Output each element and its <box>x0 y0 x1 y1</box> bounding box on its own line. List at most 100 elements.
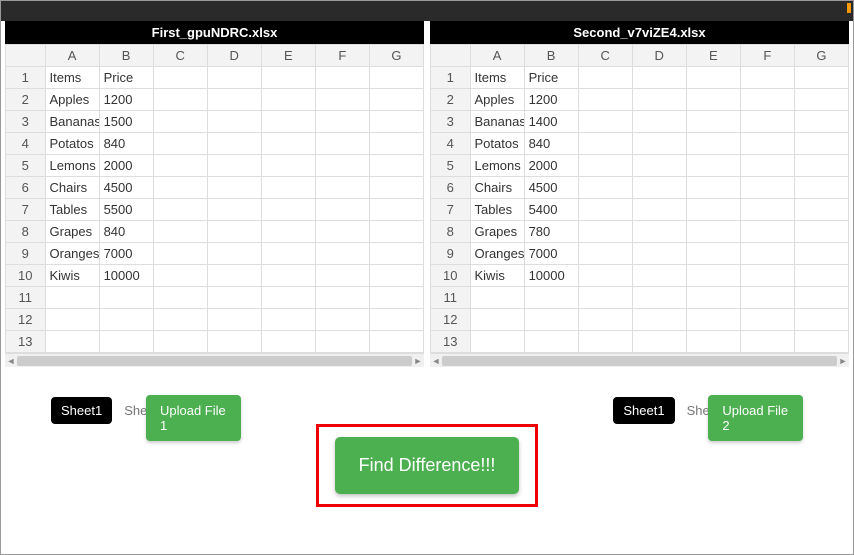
cell[interactable] <box>369 155 423 177</box>
cell[interactable]: Price <box>524 67 578 89</box>
cell[interactable] <box>470 331 524 353</box>
cell[interactable] <box>369 67 423 89</box>
cell[interactable] <box>794 155 848 177</box>
cell[interactable] <box>740 111 794 133</box>
cell[interactable] <box>632 111 686 133</box>
cell[interactable] <box>578 155 632 177</box>
cell[interactable] <box>369 243 423 265</box>
cell[interactable] <box>261 111 315 133</box>
cell[interactable] <box>794 89 848 111</box>
row-header[interactable]: 2 <box>431 89 471 111</box>
cell[interactable]: 840 <box>524 133 578 155</box>
cell[interactable] <box>45 287 99 309</box>
cell[interactable] <box>632 199 686 221</box>
cell[interactable]: 7000 <box>524 243 578 265</box>
cell[interactable]: 840 <box>99 133 153 155</box>
row-header[interactable]: 6 <box>6 177 46 199</box>
cell[interactable] <box>578 331 632 353</box>
cell[interactable] <box>794 309 848 331</box>
cell[interactable] <box>153 155 207 177</box>
cell[interactable] <box>794 221 848 243</box>
cell[interactable]: Potatos <box>470 133 524 155</box>
cell[interactable] <box>153 331 207 353</box>
cell[interactable] <box>207 331 261 353</box>
cell[interactable] <box>261 133 315 155</box>
cell[interactable] <box>686 331 740 353</box>
row-header[interactable]: 1 <box>6 67 46 89</box>
cell[interactable] <box>632 133 686 155</box>
row-header[interactable]: 9 <box>6 243 46 265</box>
cell[interactable] <box>686 67 740 89</box>
cell[interactable]: 2000 <box>524 155 578 177</box>
column-header[interactable]: G <box>794 45 848 67</box>
row-header[interactable]: 5 <box>431 155 471 177</box>
cell[interactable]: Lemons <box>470 155 524 177</box>
cell[interactable] <box>369 111 423 133</box>
cell[interactable] <box>315 111 369 133</box>
left-table[interactable]: ABCDEFG 1ItemsPrice2Apples12003Bananas15… <box>5 44 424 353</box>
scroll-thumb[interactable] <box>442 356 837 366</box>
cell[interactable] <box>153 199 207 221</box>
cell[interactable] <box>153 89 207 111</box>
row-header[interactable]: 13 <box>431 331 471 353</box>
row-header[interactable]: 9 <box>431 243 471 265</box>
cell[interactable] <box>578 221 632 243</box>
cell[interactable] <box>153 265 207 287</box>
cell[interactable]: Kiwis <box>45 265 99 287</box>
cell[interactable] <box>153 177 207 199</box>
row-header[interactable]: 6 <box>431 177 471 199</box>
cell[interactable] <box>740 133 794 155</box>
column-header[interactable]: C <box>578 45 632 67</box>
cell[interactable]: Grapes <box>45 221 99 243</box>
find-difference-button[interactable]: Find Difference!!! <box>335 437 520 494</box>
cell[interactable] <box>207 309 261 331</box>
cell[interactable]: Lemons <box>45 155 99 177</box>
cell[interactable]: 5500 <box>99 199 153 221</box>
cell[interactable] <box>207 221 261 243</box>
cell[interactable] <box>686 287 740 309</box>
tab-sheet1-left[interactable]: Sheet1 <box>51 397 112 424</box>
column-header[interactable]: E <box>261 45 315 67</box>
cell[interactable] <box>632 155 686 177</box>
row-header[interactable]: 11 <box>431 287 471 309</box>
cell[interactable] <box>686 309 740 331</box>
cell[interactable]: Grapes <box>470 221 524 243</box>
cell[interactable] <box>315 199 369 221</box>
cell[interactable] <box>632 287 686 309</box>
cell[interactable] <box>740 199 794 221</box>
scroll-left-icon[interactable]: ◄ <box>431 356 441 366</box>
cell[interactable] <box>369 221 423 243</box>
column-header[interactable]: D <box>207 45 261 67</box>
cell[interactable] <box>315 133 369 155</box>
row-header[interactable]: 7 <box>6 199 46 221</box>
cell[interactable] <box>261 265 315 287</box>
cell[interactable]: 1400 <box>524 111 578 133</box>
cell[interactable]: Bananas <box>45 111 99 133</box>
cell[interactable]: Items <box>45 67 99 89</box>
row-header[interactable]: 12 <box>6 309 46 331</box>
cell[interactable] <box>261 89 315 111</box>
cell[interactable] <box>153 309 207 331</box>
cell[interactable] <box>315 177 369 199</box>
cell[interactable] <box>632 221 686 243</box>
cell[interactable]: Potatos <box>45 133 99 155</box>
cell[interactable] <box>524 287 578 309</box>
cell[interactable] <box>153 111 207 133</box>
right-table[interactable]: ABCDEFG 1ItemsPrice2Apples12003Bananas14… <box>430 44 849 353</box>
column-header[interactable]: A <box>45 45 99 67</box>
cell[interactable]: Oranges <box>470 243 524 265</box>
row-header[interactable]: 8 <box>6 221 46 243</box>
cell[interactable] <box>207 177 261 199</box>
cell[interactable] <box>794 331 848 353</box>
cell[interactable] <box>578 243 632 265</box>
cell[interactable] <box>369 287 423 309</box>
cell[interactable] <box>578 67 632 89</box>
cell[interactable]: 840 <box>99 221 153 243</box>
cell[interactable]: Apples <box>45 89 99 111</box>
cell[interactable] <box>686 111 740 133</box>
cell[interactable]: Bananas <box>470 111 524 133</box>
cell[interactable] <box>578 265 632 287</box>
cell[interactable] <box>794 133 848 155</box>
cell[interactable] <box>369 199 423 221</box>
cell[interactable]: 10000 <box>99 265 153 287</box>
